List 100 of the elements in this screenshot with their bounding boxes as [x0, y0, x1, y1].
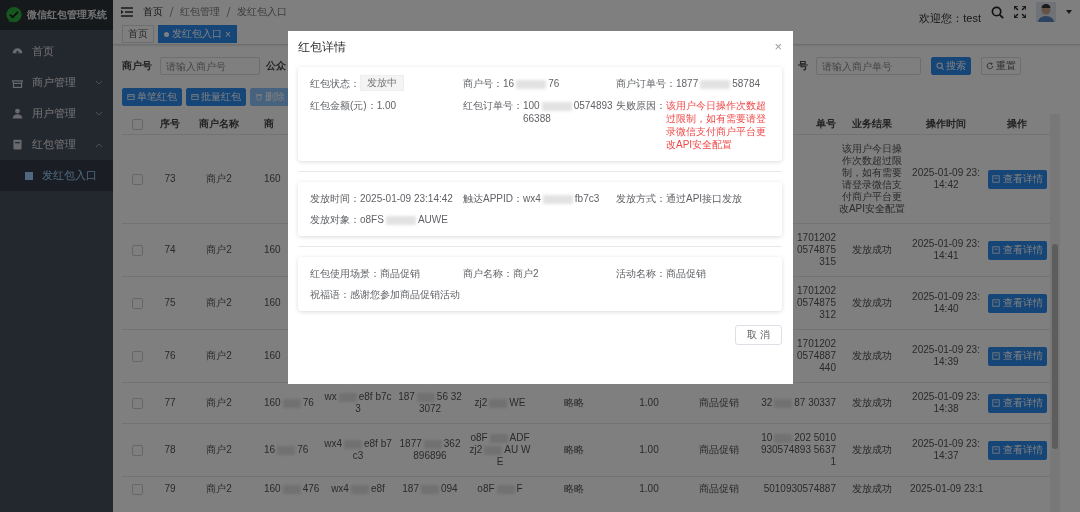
action-button[interactable]: 批量红包: [186, 88, 246, 106]
menu-item[interactable]: 商户管理: [0, 67, 113, 98]
app-title: 微信红包管理系统: [27, 8, 107, 22]
view-details-button[interactable]: 查看详情: [987, 393, 1047, 413]
cancel-button[interactable]: 取 消: [735, 325, 782, 345]
table-cell: 略略: [564, 483, 584, 495]
table-cell: 略略: [564, 444, 584, 456]
table-cell: 商户2: [206, 173, 232, 185]
view-details-button[interactable]: 查看详情: [987, 293, 1047, 313]
column-header: 操作时间: [908, 114, 984, 135]
status-tag: 发放中: [360, 75, 404, 91]
table-cell-text: 2025-01-09 23:14:37: [911, 438, 981, 462]
table-cell: 78: [164, 444, 176, 456]
field-label: 红包使用场景：: [310, 267, 380, 280]
field-label: 红包金额(元)：: [310, 99, 377, 112]
table-cell: 160: [264, 244, 281, 256]
submenu-item[interactable]: 发红包入口: [0, 160, 113, 191]
table-cell: 商户2: [206, 444, 232, 456]
table-cell: o8F ADF zj2 AU WE: [468, 432, 532, 468]
view-details-button[interactable]: 查看详情: [987, 169, 1047, 189]
table-cell: 该用户今日操作次数超过限制，如有需要请登录微信支付商户平台更改API安全配置: [838, 143, 906, 215]
table-cell: 160: [264, 350, 281, 362]
table-cell: 略略: [564, 397, 584, 409]
menu-item[interactable]: 首页: [0, 36, 113, 67]
table-cell: 1.00: [639, 483, 659, 495]
view-details-button[interactable]: 查看详情: [987, 346, 1047, 366]
welcome-text: 欢迎您：test: [919, 10, 981, 26]
column-header: 序号: [152, 114, 188, 135]
action-button[interactable]: 单笔红包: [122, 88, 182, 106]
field-label: 商户订单号：: [616, 77, 676, 90]
field-value: 通过API接口发放: [666, 192, 744, 205]
table-cell-text: 187 56 323072: [397, 391, 463, 415]
field-value: 1.00: [376, 99, 398, 112]
field-label: 公众: [266, 59, 286, 73]
field-value: 100 057489366388: [523, 99, 614, 125]
table-cell: wx4 e8f b7c3: [324, 438, 392, 462]
table-cell: 17012020574887440: [796, 338, 836, 374]
table-cell: 商品促销: [699, 483, 739, 495]
view-details-button[interactable]: 查看详情: [987, 240, 1047, 260]
field-label: 商户号：: [463, 77, 503, 90]
table-cell: 16 76: [264, 444, 309, 456]
table-cell: 发放成功: [852, 483, 892, 495]
table-cell: 73: [164, 173, 176, 185]
table-cell: 商品促销: [699, 444, 739, 456]
field-label: 发放时间：: [310, 192, 360, 205]
table-cell: 商品促销: [699, 397, 739, 409]
field-value: 1877 58784: [676, 77, 762, 90]
table-cell: 77: [164, 397, 176, 409]
field-label: 触达APPID：: [463, 192, 523, 205]
reset-button[interactable]: 重置: [981, 57, 1021, 75]
field-value: o8FS AUWE: [360, 213, 449, 226]
table-cell: 160: [264, 173, 281, 185]
view-details-button[interactable]: 查看详情: [987, 440, 1047, 460]
field-value: 商品促销: [380, 267, 421, 280]
breadcrumb-item[interactable]: 红包管理: [180, 5, 220, 19]
table-cell: o8F F: [477, 483, 523, 495]
table-cell: 32 87 30337: [761, 397, 836, 409]
field-value: 2025-01-09 23:14:42: [360, 192, 454, 205]
column-header: 商户名称: [188, 114, 250, 135]
table-cell: 商户2: [206, 350, 232, 362]
page-tab[interactable]: 首页: [122, 25, 154, 43]
field-label: 商户名称：: [463, 267, 513, 280]
table-cell: 17012020574875312: [796, 285, 836, 321]
close-icon[interactable]: ×: [774, 38, 782, 54]
field-label: 发放对象：: [310, 213, 360, 226]
table-cell: 发放成功: [852, 244, 892, 256]
table-cell: 1.00: [639, 444, 659, 456]
table-cell-text: 2025-01-09 23:14:38: [911, 391, 981, 415]
field-value: 商品促销: [666, 267, 707, 280]
field-label: 活动名称：: [616, 267, 666, 280]
menu-item[interactable]: 用户管理: [0, 98, 113, 129]
table-cell: 发放成功: [852, 350, 892, 362]
breadcrumb-item[interactable]: 首页: [143, 5, 163, 19]
breadcrumb-item[interactable]: 发红包入口: [237, 5, 287, 19]
table-cell: 2025-01-09 23:1: [910, 483, 982, 495]
table-cell: 75: [164, 297, 176, 309]
table-cell: 160: [264, 297, 281, 309]
field-value: 感谢您参加商品促销活动: [350, 288, 461, 301]
table-cell: wx e8f b7c3: [324, 391, 392, 415]
menu-item[interactable]: 红包管理: [0, 129, 113, 160]
table-cell-text: 2025-01-09 23:14:39: [911, 344, 981, 368]
table-cell-text: 10 202 5010930574893 56371: [759, 432, 836, 468]
table-cell: 商户2: [206, 483, 232, 495]
table-cell: 79: [164, 483, 176, 495]
field-value: 商户2: [513, 267, 540, 280]
field-label: 失败原因：: [616, 99, 666, 112]
table-cell: 发放成功: [852, 297, 892, 309]
table-cell: 74: [164, 244, 176, 256]
table-cell: zj2 WE: [474, 397, 526, 409]
field-value: wx4 fb7c3: [523, 192, 601, 205]
table-cell-text: 2025-01-09 23:14:41: [911, 238, 981, 262]
field-label: 商户号: [122, 59, 152, 73]
search-button[interactable]: 搜索: [931, 57, 971, 75]
table-cell: 5010930574887: [763, 483, 836, 495]
close-icon[interactable]: ×: [225, 28, 231, 40]
dialog-title: 红包详情: [298, 38, 347, 56]
page-tab[interactable]: 发红包入口 ×: [158, 25, 237, 43]
table-cell: 发放成功: [852, 397, 892, 409]
table-cell: 17012020574875315: [796, 232, 836, 268]
table-cell: 160 76: [264, 397, 314, 409]
